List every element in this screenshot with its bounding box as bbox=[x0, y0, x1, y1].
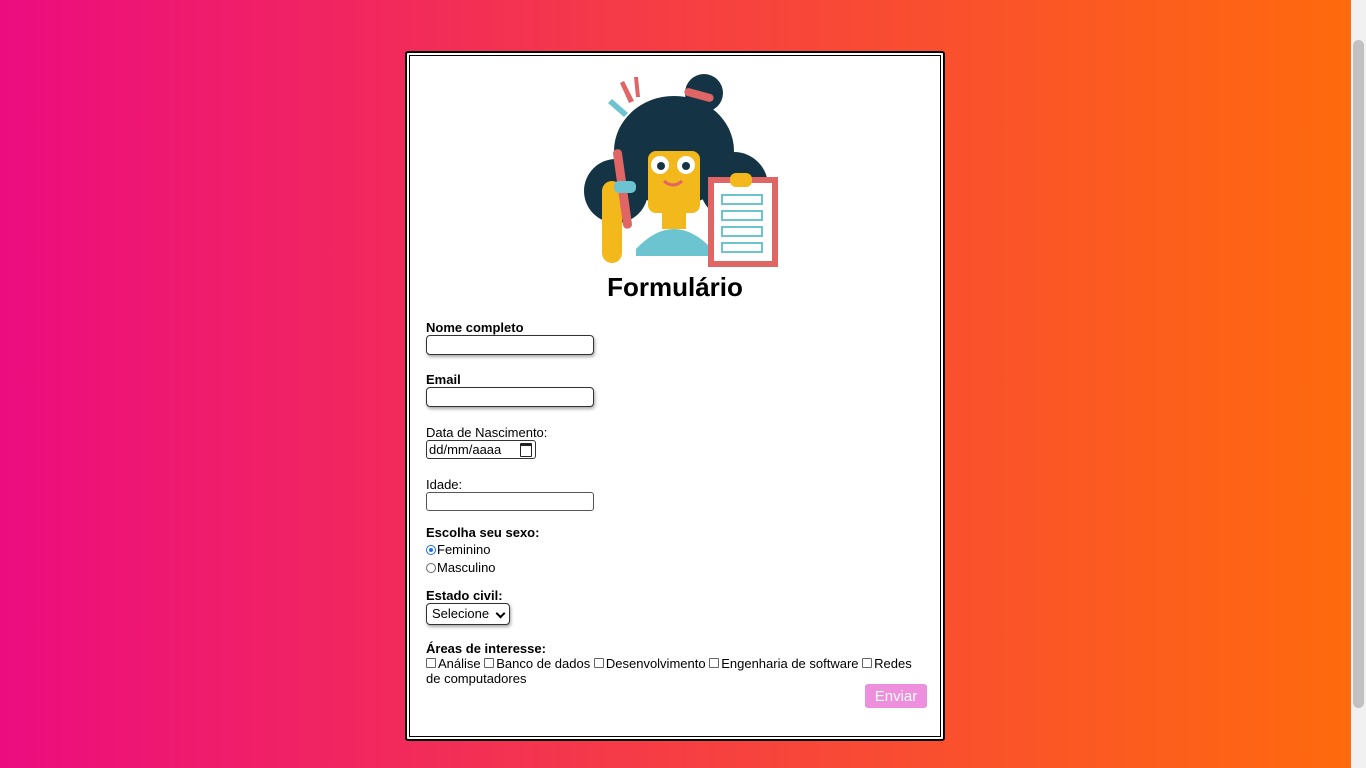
birthdate-placeholder: dd/mm/aaaa bbox=[429, 442, 502, 457]
page-title: Formulário bbox=[607, 272, 743, 302]
checkbox-analise[interactable] bbox=[426, 658, 436, 668]
interests-group: Análise Banco de dados Desenvolvimento E… bbox=[426, 656, 926, 686]
sex-label: Escolha seu sexo: bbox=[426, 525, 540, 540]
checkbox-analise-label: Análise bbox=[438, 656, 481, 671]
checkbox-engenharia-de-software[interactable] bbox=[709, 658, 720, 668]
radio-masculino[interactable] bbox=[426, 562, 436, 573]
birthdate-label: Data de Nascimento: bbox=[426, 425, 548, 440]
birthdate-field[interactable]: dd/mm/aaaa bbox=[426, 440, 536, 459]
scrollbar-track[interactable] bbox=[1351, 0, 1366, 768]
marital-status-label: Estado civil: bbox=[426, 588, 503, 603]
email-label: Email bbox=[426, 372, 461, 387]
chevron-down-icon bbox=[495, 608, 506, 619]
calendar-icon[interactable] bbox=[520, 443, 532, 457]
radio-feminino-label: Feminino bbox=[437, 542, 491, 557]
scrollbar-thumb[interactable] bbox=[1353, 40, 1364, 708]
name-field[interactable] bbox=[426, 335, 594, 355]
checkbox-banco-de-dados[interactable] bbox=[484, 658, 495, 668]
form-card: Formulário Nome completo Email Data de N… bbox=[405, 51, 945, 741]
email-field[interactable] bbox=[426, 387, 594, 407]
checkbox-redes-de-computadores[interactable] bbox=[862, 658, 873, 668]
marital-status-value: Selecione bbox=[432, 606, 490, 621]
submit-button[interactable]: Enviar bbox=[865, 684, 927, 708]
radio-masculino-label: Masculino bbox=[437, 560, 496, 575]
form-container: Formulário Nome completo Email Data de N… bbox=[409, 55, 941, 737]
checkbox-banco-de-dados-label: Banco de dados bbox=[496, 656, 591, 671]
interests-label: Áreas de interesse: bbox=[426, 641, 546, 656]
age-field[interactable] bbox=[426, 492, 594, 511]
radio-option-masculino[interactable]: Masculino bbox=[426, 560, 496, 575]
page-background: { "form": { "title": "Formulário", "labe… bbox=[0, 0, 1366, 768]
checkbox-desenvolvimento[interactable] bbox=[593, 658, 604, 668]
checkbox-desenvolvimento-label: Desenvolvimento bbox=[605, 656, 706, 671]
radio-option-feminino[interactable]: Feminino bbox=[426, 542, 490, 557]
name-label: Nome completo bbox=[426, 320, 524, 335]
checkbox-engenharia-de-software-label: Engenharia de software bbox=[721, 656, 859, 671]
marital-status-select[interactable]: Selecione bbox=[426, 603, 510, 625]
radio-feminino[interactable] bbox=[426, 544, 436, 555]
woman-with-clipboard-illustration bbox=[584, 74, 778, 267]
age-label: Idade: bbox=[426, 477, 463, 492]
